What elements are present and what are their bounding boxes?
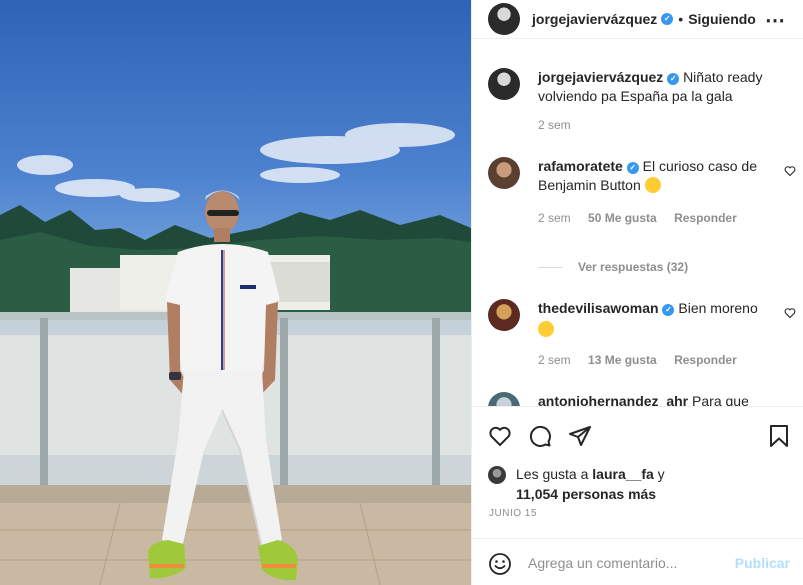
comment-time[interactable]: 2 sem bbox=[538, 211, 571, 225]
comment-likes[interactable]: 50 Me gusta bbox=[588, 211, 657, 225]
reply-button[interactable]: Responder bbox=[674, 353, 737, 367]
post-photo[interactable] bbox=[0, 0, 471, 585]
commenter-avatar[interactable] bbox=[488, 157, 520, 189]
caption-avatar[interactable] bbox=[488, 68, 520, 100]
reply-button[interactable]: Responder bbox=[674, 211, 737, 225]
more-options-icon[interactable]: ⋯ bbox=[765, 8, 786, 33]
comment-text: Para que bbox=[692, 393, 749, 407]
verified-icon: ✓ bbox=[626, 162, 639, 174]
heart-icon[interactable] bbox=[488, 424, 512, 448]
commenter-avatar[interactable] bbox=[488, 392, 520, 406]
comment-composer: Publicar bbox=[472, 538, 803, 585]
header-dot: • bbox=[678, 11, 684, 27]
caption-author[interactable]: jorgejaviervázquez bbox=[538, 69, 663, 85]
verified-icon: ✓ bbox=[667, 73, 680, 85]
publish-button[interactable]: Publicar bbox=[735, 555, 790, 571]
view-replies-label: Ver respuestas (32) bbox=[578, 260, 689, 274]
liker-username[interactable]: laura__fa bbox=[592, 466, 653, 482]
bookmark-icon[interactable] bbox=[768, 424, 790, 448]
comment-icon[interactable] bbox=[528, 424, 552, 448]
replies-divider bbox=[538, 267, 562, 269]
comment-input[interactable] bbox=[528, 554, 728, 572]
like-comment-icon[interactable] bbox=[784, 307, 796, 319]
comment-author[interactable]: rafamoratete bbox=[538, 158, 623, 174]
post-side-panel: jorgejaviervázquez ✓ • Siguiendo ⋯ jorge… bbox=[471, 0, 803, 585]
likes-count[interactable]: 11,054 personas más bbox=[516, 486, 656, 502]
likes-middle: y bbox=[653, 466, 665, 482]
liker-avatar[interactable] bbox=[488, 466, 506, 484]
likes-summary: Les gusta a laura__fa y 11,054 personas … bbox=[488, 464, 788, 504]
post-header: jorgejaviervázquez ✓ • Siguiendo ⋯ bbox=[472, 0, 803, 39]
post-actions bbox=[472, 408, 803, 458]
verified-icon: ✓ bbox=[662, 304, 675, 316]
photo-scene bbox=[0, 123, 471, 585]
kissing-emoji-icon bbox=[644, 177, 661, 193]
comments-list[interactable]: jorgejaviervázquez ✓ Niñato ready volvie… bbox=[472, 40, 803, 407]
comment-author[interactable]: antoniohernandez_ahr bbox=[538, 393, 688, 406]
comment-time[interactable]: 2 sem bbox=[538, 353, 571, 367]
verified-icon: ✓ bbox=[661, 13, 674, 25]
post-date[interactable]: JUNIO 15 bbox=[489, 508, 537, 519]
author-username[interactable]: jorgejaviervázquez bbox=[532, 11, 657, 27]
view-replies-button[interactable]: Ver respuestas (32) bbox=[538, 260, 688, 274]
heart-eyes-emoji-icon bbox=[538, 321, 554, 337]
comment-author[interactable]: thedevilisawoman bbox=[538, 300, 659, 316]
caption-time[interactable]: 2 sem bbox=[538, 118, 571, 132]
author-avatar[interactable] bbox=[488, 3, 520, 35]
emoji-icon[interactable] bbox=[488, 552, 512, 576]
comment-text: Bien moreno bbox=[678, 300, 758, 316]
following-button[interactable]: Siguiendo bbox=[688, 11, 756, 27]
share-icon[interactable] bbox=[568, 424, 592, 448]
likes-prefix: Les gusta a bbox=[516, 466, 593, 482]
commenter-avatar[interactable] bbox=[488, 299, 520, 331]
comment-likes[interactable]: 13 Me gusta bbox=[588, 353, 657, 367]
like-comment-icon[interactable] bbox=[784, 165, 796, 177]
